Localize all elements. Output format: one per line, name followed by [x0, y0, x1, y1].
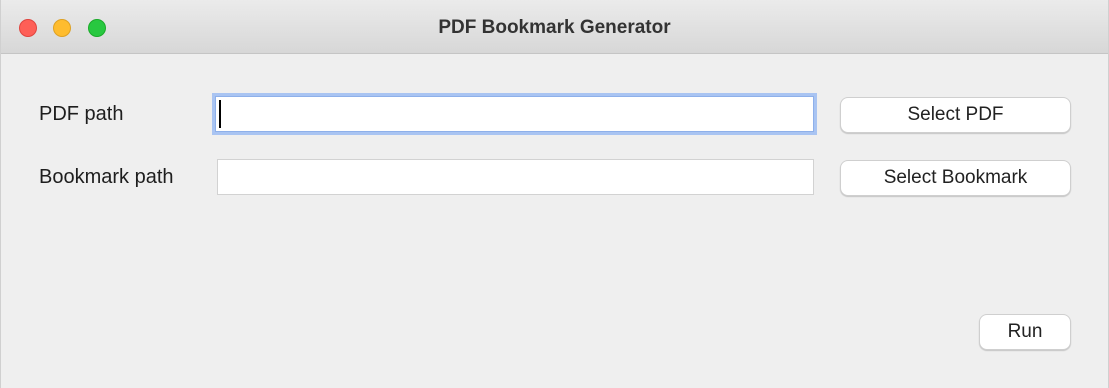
text-caret [219, 100, 221, 128]
select-pdf-button[interactable]: Select PDF [840, 97, 1071, 133]
run-button[interactable]: Run [979, 314, 1071, 350]
select-bookmark-button[interactable]: Select Bookmark [840, 160, 1071, 196]
pdf-path-input[interactable] [215, 96, 814, 132]
title-bar[interactable]: PDF Bookmark Generator [1, 0, 1108, 54]
bookmark-path-input[interactable] [217, 159, 814, 195]
pdf-path-label: PDF path [39, 103, 124, 125]
window-title: PDF Bookmark Generator [438, 17, 671, 38]
app-window: PDF Bookmark Generator PDF path Select P… [0, 0, 1109, 388]
main-content: PDF path Select PDF Bookmark path Select… [1, 54, 1108, 388]
bookmark-path-label: Bookmark path [39, 166, 174, 188]
